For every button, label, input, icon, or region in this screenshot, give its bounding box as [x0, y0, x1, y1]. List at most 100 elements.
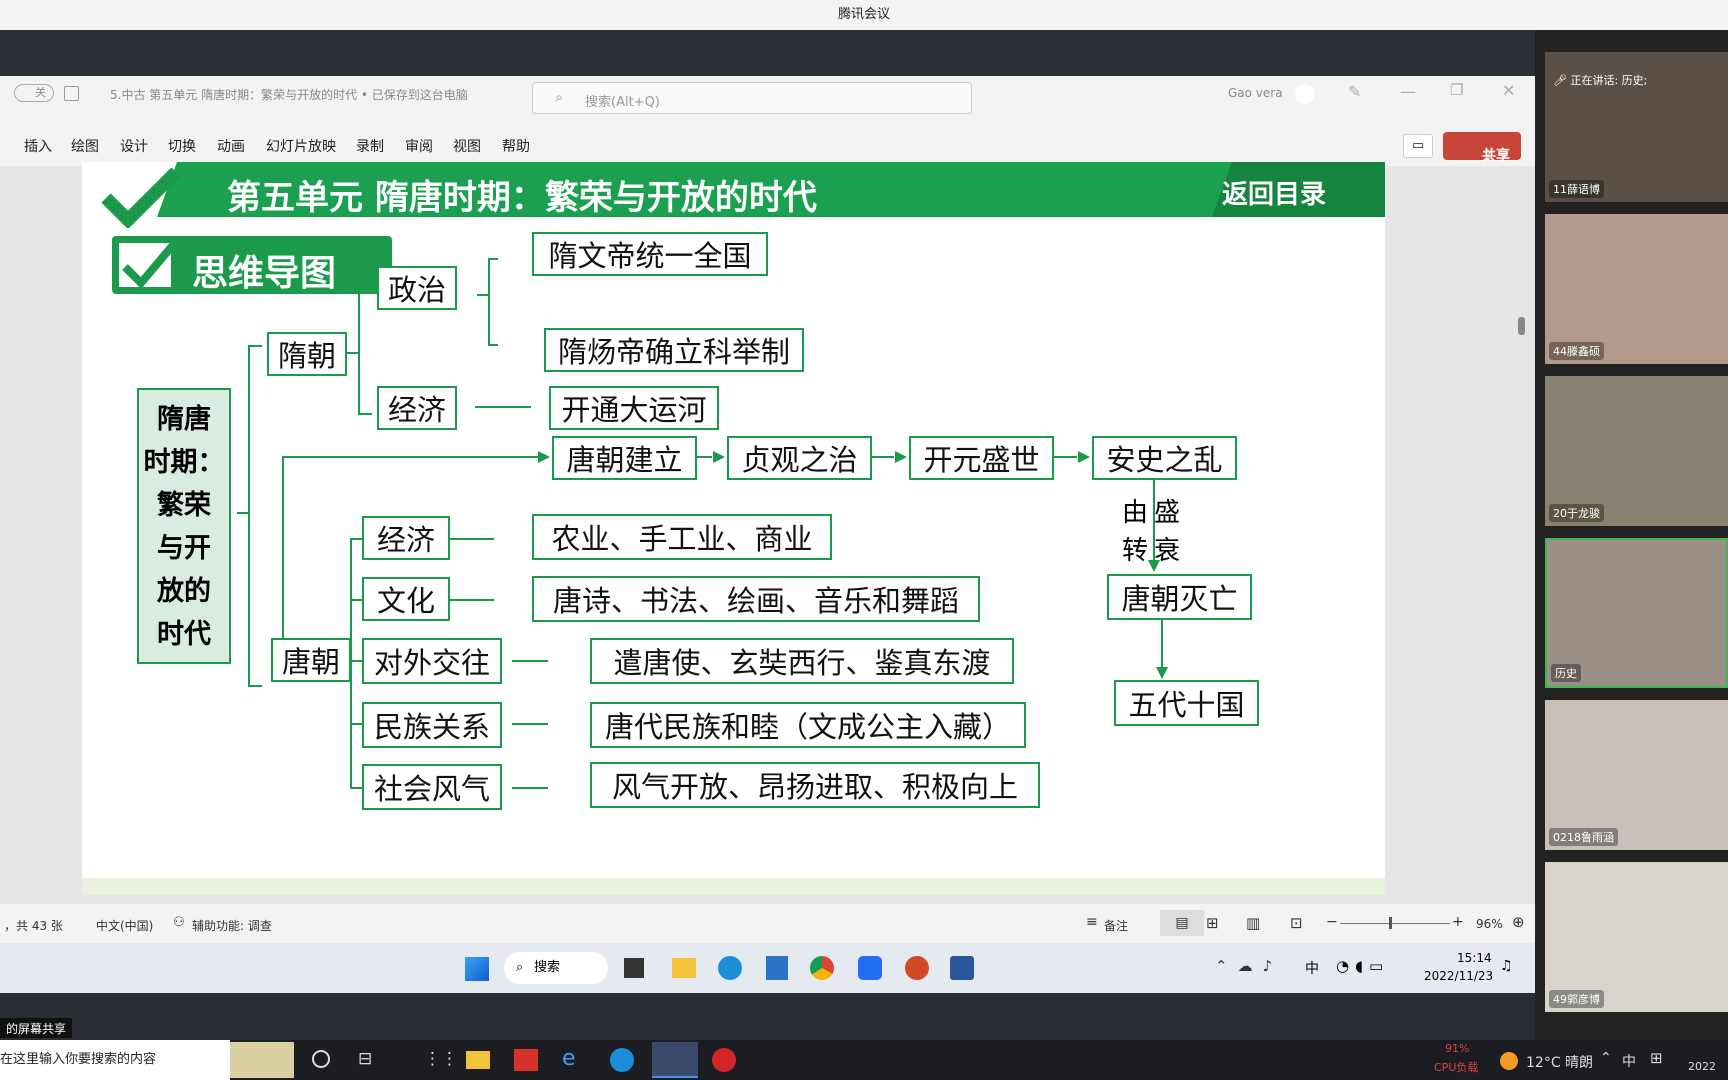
accessibility-status[interactable]: 辅助功能: 调查 [192, 917, 272, 934]
tab-draw[interactable]: 绘图 [71, 136, 99, 156]
video-tile[interactable]: 49郭彦博 [1545, 862, 1728, 1012]
zoom-in-icon[interactable]: + [1452, 914, 1464, 930]
root-line: 与开 [157, 533, 211, 564]
task-view-icon[interactable] [624, 958, 644, 978]
store-icon[interactable] [766, 956, 788, 980]
node-sui: 隋朝 [267, 332, 347, 376]
tencent-meeting-icon[interactable] [858, 956, 882, 980]
edge-icon[interactable] [718, 956, 742, 980]
powerpoint-icon[interactable] [905, 956, 929, 980]
reading-view-icon[interactable]: ▥ [1246, 914, 1260, 932]
node-tang-fall: 唐朝灭亡 [1107, 574, 1252, 620]
search-box[interactable]: ⌕ 搜索(Alt+Q) [532, 82, 972, 114]
notes-icon[interactable]: ≡ [1086, 914, 1098, 930]
cpu-label: CPU负载 [1434, 1061, 1479, 1074]
search-thumbnail [230, 1042, 294, 1078]
avatar[interactable] [1295, 84, 1315, 104]
zoom-level[interactable]: 96% [1476, 917, 1503, 931]
search-placeholder: 搜索(Alt+Q) [585, 95, 660, 110]
tray-chevron-icon[interactable]: ⌃ [1600, 1050, 1612, 1066]
folder-icon[interactable] [466, 1051, 490, 1069]
node-politics: 政治 [377, 266, 457, 310]
ime-indicator[interactable]: 中 [1622, 1051, 1636, 1071]
fit-slide-icon[interactable]: ⊕ [1512, 913, 1525, 931]
video-tile[interactable]: 🎤︎ 正在讲话: 历史; 11薛语博 [1545, 52, 1728, 202]
weather-text[interactable]: 12°C 晴朗 [1526, 1052, 1593, 1072]
scrollbar-vertical[interactable] [1515, 171, 1527, 891]
file-explorer-icon[interactable] [672, 958, 696, 978]
autosave-toggle[interactable]: 关 [14, 84, 54, 102]
search-icon: ⌕ [516, 960, 524, 975]
comments-icon[interactable]: ▭ [1403, 134, 1433, 158]
taskbar-search[interactable]: ⌕ 搜索 [504, 952, 608, 984]
tab-insert[interactable]: 插入 [24, 136, 52, 156]
participant-name: 0218鲁雨涵 [1549, 828, 1618, 846]
tab-help[interactable]: 帮助 [502, 136, 530, 156]
ime-indicator[interactable]: 中 [1305, 958, 1319, 978]
node-sui-economy: 经济 [377, 386, 457, 430]
user-name[interactable]: Gao vera [1228, 86, 1283, 100]
windows-start-icon[interactable] [465, 957, 489, 981]
zoom-slider-thumb[interactable] [1389, 917, 1392, 929]
minimize-icon[interactable]: — [1400, 82, 1416, 101]
video-tile-active[interactable]: 历史 [1545, 538, 1728, 688]
scroll-thumb[interactable] [1518, 317, 1525, 335]
tab-transitions[interactable]: 切换 [168, 136, 196, 156]
ribbon-tabs: 插入 绘图 设计 切换 动画 幻灯片放映 录制 审阅 视图 帮助 ▭ ⇪ 共享 [0, 126, 1535, 166]
cortana-icon[interactable] [312, 1050, 330, 1068]
notification-icon[interactable]: ♫ [1500, 958, 1513, 974]
task-view-icon[interactable]: ⊟ [358, 1049, 372, 1069]
notes-button[interactable]: 备注 [1104, 917, 1128, 934]
local-search-text: 在这里输入你要搜索的内容 [0, 1052, 157, 1067]
zoom-out-icon[interactable]: − [1326, 914, 1338, 930]
node-tang-economy-value: 农业、手工业、商业 [532, 514, 832, 560]
apps-grid-icon[interactable]: ⋮⋮ [424, 1049, 458, 1069]
tab-record[interactable]: 录制 [356, 136, 384, 156]
clock-year[interactable]: 2022 [1688, 1060, 1716, 1073]
node-kaiyuan: 开元盛世 [909, 436, 1054, 480]
clock-time[interactable]: 15:14 [1457, 951, 1492, 965]
tray-icons[interactable]: ⌃☁♪ [1215, 957, 1282, 975]
keyboard-icon[interactable]: ⊞ [1650, 1049, 1663, 1067]
tab-design[interactable]: 设计 [120, 136, 148, 156]
window-title: 腾讯会议 [0, 0, 1728, 30]
node-tang-economy: 经济 [362, 516, 450, 560]
close-icon[interactable]: ✕ [1502, 81, 1515, 100]
normal-view-icon[interactable]: ▤ [1160, 910, 1204, 936]
document-title[interactable]: 5.中古 第五单元 隋唐时期：繁荣与开放的时代 • 已保存到这台电脑 [110, 86, 468, 103]
root-node: 隋唐 时期： 繁荣 与开 放的 时代 [137, 388, 231, 664]
video-tile[interactable]: 44滕鑫硕 [1545, 214, 1728, 364]
ie-icon[interactable]: e [562, 1046, 576, 1071]
chrome-icon[interactable] [810, 956, 834, 980]
video-tile[interactable]: 0218鲁雨涵 [1545, 700, 1728, 850]
pen-icon[interactable]: ✎ [1348, 82, 1361, 101]
edge-icon[interactable] [610, 1048, 634, 1072]
save-icon[interactable] [64, 86, 79, 101]
zoom-slider[interactable] [1340, 923, 1450, 924]
status-bar: ，共 43 张 中文(中国) ⚇ 辅助功能: 调查 ≡ 备注 ▤ ⊞ ▥ ⊡ −… [0, 904, 1535, 944]
wps-icon[interactable] [514, 1049, 538, 1071]
tencent-meeting-icon[interactable] [652, 1042, 698, 1078]
node-zhenguan: 贞观之治 [727, 436, 872, 480]
slide-sorter-icon[interactable]: ⊞ [1206, 914, 1219, 932]
slideshow-icon[interactable]: ⊡ [1290, 914, 1303, 932]
tab-slideshow[interactable]: 幻灯片放映 [266, 136, 336, 156]
node-sui-politics-1: 隋文帝统一全国 [532, 232, 768, 276]
netease-music-icon[interactable] [712, 1048, 736, 1072]
tab-review[interactable]: 审阅 [405, 136, 433, 156]
ppt-title-row: 关 5.中古 第五单元 隋唐时期：繁荣与开放的时代 • 已保存到这台电脑 ⌕ 搜… [0, 76, 1535, 126]
language-status[interactable]: 中文(中国) [96, 917, 153, 934]
share-button[interactable]: ⇪ 共享 [1443, 132, 1521, 164]
screen-share-tag: 的屏幕共享 [0, 1018, 73, 1038]
participant-name: 49郭彦博 [1549, 990, 1604, 1008]
local-search-box[interactable]: 在这里输入你要搜索的内容 [0, 1040, 230, 1080]
network-volume-battery-icons[interactable]: ◔◖▭ [1336, 957, 1389, 975]
tab-animations[interactable]: 动画 [217, 136, 245, 156]
word-icon[interactable] [950, 956, 974, 980]
root-line: 放的 [157, 576, 211, 607]
restore-icon[interactable]: ❐ [1450, 81, 1463, 99]
node-tang-foreign-value: 遣唐使、玄奘西行、鉴真东渡 [590, 638, 1014, 684]
clock-date[interactable]: 2022/11/23 [1424, 969, 1493, 983]
tab-view[interactable]: 视图 [453, 136, 481, 156]
video-tile[interactable]: 20于龙骏 [1545, 376, 1728, 526]
